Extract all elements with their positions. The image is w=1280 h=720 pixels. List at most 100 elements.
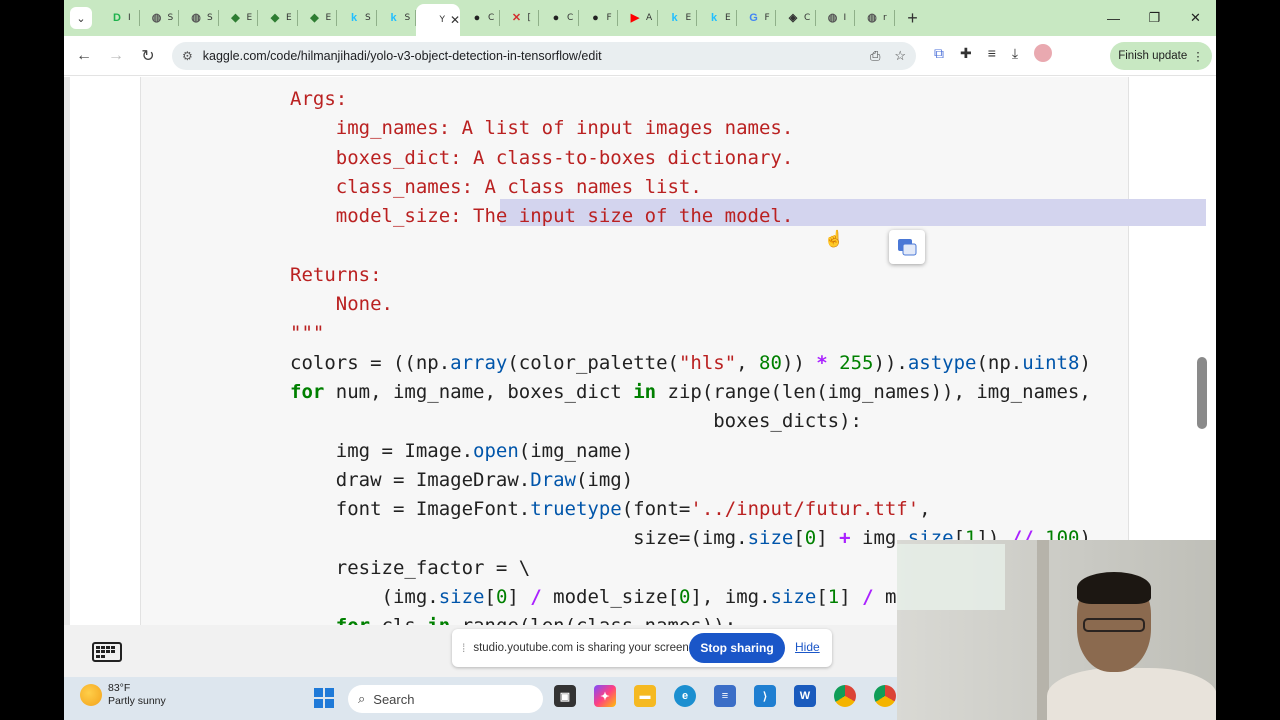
reading-list-icon[interactable]: ≡ (988, 45, 996, 61)
left-gutter (64, 77, 70, 625)
code-token: [ (816, 586, 828, 609)
tab-close-icon[interactable]: ✕ (450, 13, 460, 27)
restore-button[interactable]: ❐ (1134, 0, 1175, 36)
presenter-shirt (1047, 668, 1216, 720)
code-token: boxes_dict: A class-to-boxes dictionary. (290, 146, 794, 169)
code-token: Args: (290, 88, 348, 110)
github-icon: ● (592, 11, 599, 24)
code-token: cls (370, 615, 427, 625)
browser-tab[interactable]: ◆ E (258, 4, 298, 32)
code-token: "hls" (678, 351, 737, 374)
minimize-button[interactable]: — (1093, 0, 1134, 36)
drag-handle-icon[interactable]: ⁞ (462, 641, 465, 655)
chrome-icon[interactable] (834, 685, 856, 707)
keyboard-icon[interactable] (92, 642, 122, 662)
scrollbar-thumb[interactable] (1197, 357, 1207, 429)
extensions-icon[interactable]: ✚ (960, 45, 972, 62)
browser-tab[interactable]: ◆ E (219, 4, 258, 32)
code-line: for num, img_name, boxes_dict in zip(ran… (290, 378, 1091, 407)
browser-tab[interactable]: GF (737, 4, 776, 32)
code-token: class_names: A class names list. (290, 175, 702, 198)
code-line: model_size: The input size of the model. (290, 202, 1091, 231)
code-token: size (438, 586, 485, 609)
close-window-button[interactable]: ✕ (1175, 0, 1216, 36)
webcam-overlay (897, 540, 1216, 720)
taskbar-search[interactable]: ⌕ Search (348, 685, 543, 713)
tab-title: C (488, 13, 495, 23)
browser-tab[interactable]: kS (377, 4, 416, 32)
search-placeholder: Search (373, 691, 415, 707)
whiteboard (897, 544, 1005, 610)
browser-tab[interactable]: ◍ I (816, 4, 855, 32)
globe-icon: ◍ (151, 11, 162, 24)
partly-sunny-icon (80, 684, 102, 706)
kaggle-icon: k (390, 11, 397, 24)
code-token: draw = ImageDraw. (290, 468, 531, 491)
code-token: '../input/futur.ttf' (690, 498, 920, 521)
x-icon: ✕ (511, 11, 522, 24)
browser-tab[interactable]: ● C (539, 4, 579, 32)
back-button[interactable]: ← (68, 40, 100, 72)
code-line: class_names: A class names list. (290, 173, 1091, 202)
window-controls: — ❐ ✕ (1093, 0, 1216, 36)
globe-icon: ◍ (827, 11, 838, 24)
code-token: uint8 (1022, 351, 1080, 374)
copilot-icon[interactable]: ✦ (594, 685, 616, 707)
weather-widget[interactable]: 83°F Partly sunny (80, 682, 166, 708)
chevron-down-icon: ⌄ (76, 12, 86, 25)
close-icon: ✕ (1190, 10, 1201, 25)
arrow-right-icon: → (108, 46, 124, 64)
code-token: Returns: (290, 263, 382, 286)
kaggle-icon: k (710, 11, 718, 24)
new-tab-button[interactable]: + (899, 4, 927, 32)
file-explorer-icon[interactable]: ▬ (634, 685, 656, 707)
url-text: kaggle.com/code/hilmanjihadi/yolo-v3-obj… (202, 49, 602, 63)
install-app-icon[interactable]: ⎙ (870, 48, 880, 64)
browser-tab[interactable]: DI (100, 4, 140, 32)
browser-tab[interactable]: kS (337, 4, 377, 32)
browser-tab[interactable]: ● F (579, 4, 618, 32)
code-line: colors = ((np.array(color_palette("hls",… (290, 349, 1091, 378)
share-message: studio.youtube.com is sharing your scree… (473, 642, 692, 654)
tab-search-button[interactable]: ⌄ (70, 7, 92, 29)
browser-tab[interactable]: ◈ C (776, 4, 816, 32)
browser-tab[interactable]: ◍ S (140, 4, 179, 32)
tab-title: F (764, 13, 770, 23)
windows-start-icon[interactable] (314, 688, 334, 708)
browser-tab[interactable]: ◍ S (179, 4, 219, 32)
github-icon: ● (552, 11, 560, 24)
browser-tab[interactable]: ◆ E (298, 4, 337, 32)
task-view-icon[interactable]: ▣ (554, 685, 576, 707)
hide-link[interactable]: Hide (795, 640, 820, 654)
youtube-icon: ▶ (630, 11, 640, 24)
browser-tab[interactable]: ▶ A (618, 4, 658, 32)
browser-tab[interactable]: kE (697, 4, 737, 32)
chrome-profile-icon[interactable] (874, 685, 896, 707)
tab-title: E (246, 13, 253, 23)
browser-tab[interactable]: ✕[ (500, 4, 539, 32)
browser-tab[interactable]: kE (658, 4, 697, 32)
download-icon[interactable]: ⤓ (1012, 45, 1018, 62)
translate-icon[interactable]: ⧉ (934, 45, 944, 62)
reload-button[interactable]: ↻ (132, 40, 164, 72)
vscode-icon[interactable]: ⟩ (754, 685, 776, 707)
address-bar[interactable]: ⚙ kaggle.com/code/hilmanjihadi/yolo-v3-o… (172, 42, 916, 70)
forward-button[interactable]: → (100, 40, 132, 72)
google-icon: G (749, 11, 758, 24)
browser-tab[interactable]: Y ✕ (416, 4, 460, 36)
finish-update-button[interactable]: Finish update ⋮ (1110, 42, 1212, 70)
stop-sharing-button[interactable]: Stop sharing (689, 633, 785, 663)
profile-avatar-icon[interactable] (1034, 44, 1053, 62)
code-token: font = ImageFont. (290, 498, 531, 521)
edge-icon[interactable]: e (674, 685, 696, 707)
browser-tab[interactable]: ● C (460, 4, 500, 32)
arrow-left-icon: ← (76, 46, 92, 64)
share-notification: ⁞ studio.youtube.com is sharing your scr… (452, 629, 832, 667)
code-token: , (736, 351, 760, 374)
browser-tab[interactable]: ◍ r (855, 4, 895, 32)
bookmark-star-icon[interactable]: ☆ (894, 48, 906, 64)
word-icon[interactable]: W (794, 685, 816, 707)
site-info-icon[interactable]: ⚙ (182, 49, 193, 63)
notepad-icon[interactable]: ≡ (714, 685, 736, 707)
